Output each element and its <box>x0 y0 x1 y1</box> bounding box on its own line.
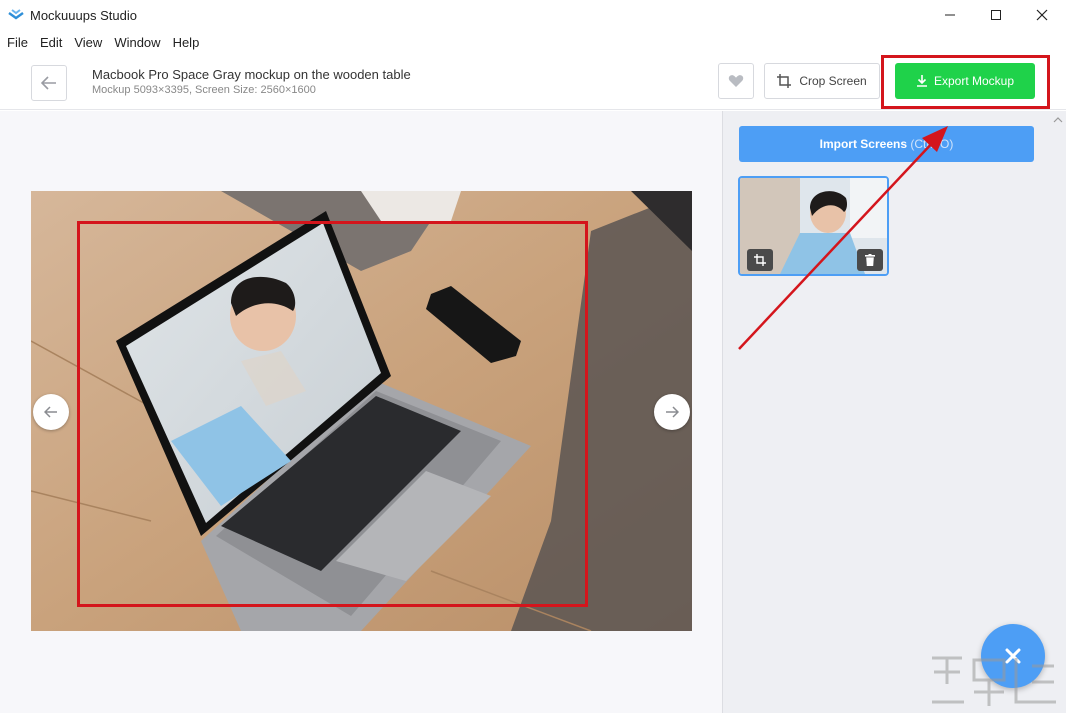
screen-annotation-box <box>77 221 588 607</box>
thumbnail-delete-button[interactable] <box>857 249 883 271</box>
mockup-header: Macbook Pro Space Gray mockup on the woo… <box>0 54 1066 110</box>
watermark-logo <box>932 656 1056 706</box>
favorite-button[interactable] <box>718 63 754 99</box>
trash-icon <box>865 254 875 266</box>
minimize-button[interactable] <box>927 0 973 30</box>
menu-help[interactable]: Help <box>173 35 200 50</box>
mockuuups-logo-icon <box>8 9 24 20</box>
mockup-title: Macbook Pro Space Gray mockup on the woo… <box>92 67 411 82</box>
crop-icon <box>777 74 792 88</box>
back-button[interactable] <box>31 65 67 101</box>
arrow-right-icon <box>666 406 679 418</box>
title-bar: Mockuuups Studio <box>0 0 1066 30</box>
arrow-left-icon <box>44 406 57 418</box>
close-window-button[interactable] <box>1019 0 1065 30</box>
close-icon <box>1036 9 1048 21</box>
crop-screen-button[interactable]: Crop Screen <box>764 63 880 99</box>
screens-sidebar: Import Screens (Ctrl+O) <box>722 111 1066 713</box>
menu-edit[interactable]: Edit <box>40 35 62 50</box>
thumbnail-crop-button[interactable] <box>747 249 773 271</box>
import-screens-button[interactable]: Import Screens (Ctrl+O) <box>739 126 1034 162</box>
mockup-meta: Mockup 5093×3395, Screen Size: 2560×1600 <box>92 84 316 96</box>
screen-thumbnail[interactable] <box>738 176 889 276</box>
crop-screen-label: Crop Screen <box>799 74 867 88</box>
previous-mockup-button[interactable] <box>33 394 69 430</box>
arrow-left-icon <box>41 76 56 90</box>
import-shortcut: (Ctrl+O) <box>910 137 954 151</box>
menu-bar: File Edit View Window Help <box>0 31 1066 53</box>
crop-icon <box>754 254 766 266</box>
next-mockup-button[interactable] <box>654 394 690 430</box>
maximize-icon <box>991 10 1001 20</box>
preview-area <box>0 111 722 713</box>
app-title: Mockuuups Studio <box>30 8 137 23</box>
menu-file[interactable]: File <box>7 35 28 50</box>
menu-window[interactable]: Window <box>114 35 160 50</box>
minimize-icon <box>945 14 955 16</box>
heart-icon <box>728 75 744 87</box>
scroll-up-icon[interactable] <box>1053 115 1063 125</box>
import-screens-label: Import Screens <box>819 137 908 151</box>
maximize-button[interactable] <box>973 0 1019 30</box>
export-annotation-box <box>881 55 1050 109</box>
menu-view[interactable]: View <box>74 35 102 50</box>
